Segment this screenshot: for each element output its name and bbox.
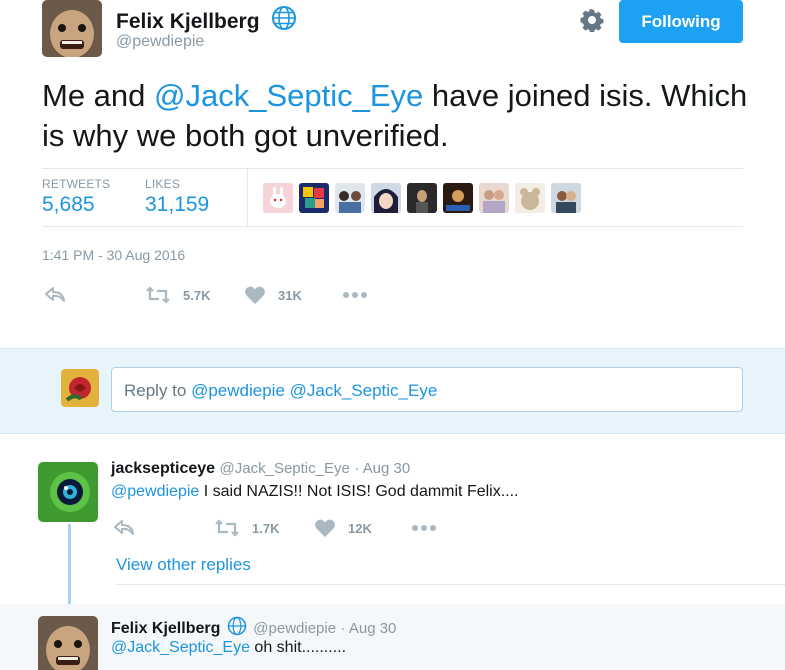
- reply-action[interactable]: [44, 285, 145, 305]
- liker-avatar-dark[interactable]: [407, 183, 437, 213]
- liker-avatar-puzzle[interactable]: [299, 183, 329, 213]
- reply-body: I said NAZIS!! Not ISIS! God dammit Feli…: [199, 483, 519, 500]
- thread-connector: [68, 524, 71, 614]
- following-button[interactable]: Following: [619, 0, 743, 43]
- heart-icon: [244, 285, 266, 305]
- reply-like-action[interactable]: 12K: [314, 518, 411, 538]
- like-count: 31K: [278, 287, 302, 303]
- heart-icon: [314, 518, 336, 538]
- reply2-mention-link[interactable]: @Jack_Septic_Eye: [111, 639, 250, 656]
- reply-like-count: 12K: [348, 520, 372, 536]
- reply-icon: [44, 285, 66, 305]
- reply-input[interactable]: Reply to @pewdiepie @Jack_Septic_Eye: [111, 367, 743, 412]
- retweet-icon: [145, 285, 171, 305]
- likes-value: 31,159: [145, 193, 210, 216]
- globe-icon: [271, 5, 297, 37]
- reply-divider: [116, 584, 785, 585]
- liker-avatar-group[interactable]: [335, 183, 365, 213]
- retweet-action[interactable]: 5.7K: [145, 285, 244, 305]
- reply-time[interactable]: · Aug 30: [354, 460, 410, 477]
- globe-icon: [227, 616, 247, 641]
- reply2-text: @Jack_Septic_Eye oh shit..........: [111, 639, 346, 657]
- reply-icon: [113, 518, 135, 538]
- reply-reply-action[interactable]: [113, 518, 214, 538]
- engagement-stats: RETWEETS 5,685 LIKES 31,159: [42, 168, 743, 227]
- reply2-time[interactable]: · Aug 30: [341, 620, 397, 637]
- reply-more-action[interactable]: [411, 523, 437, 533]
- reply2-author-handle[interactable]: @pewdiepie: [253, 620, 336, 637]
- reply-author-avatar[interactable]: [38, 462, 98, 522]
- more-dots-icon: [411, 523, 437, 533]
- reply-retweet-action[interactable]: 1.7K: [214, 518, 314, 538]
- reply2-header: Felix Kjellberg @pewdiepie · Aug 30: [111, 616, 396, 641]
- tweet-mention-link[interactable]: @Jack_Septic_Eye: [154, 78, 423, 113]
- retweets-label: RETWEETS: [42, 177, 111, 191]
- liker-avatar-anime[interactable]: [371, 183, 401, 213]
- retweets-value: 5,685: [42, 193, 95, 216]
- liker-avatar-person[interactable]: [551, 183, 581, 213]
- author-handle[interactable]: @pewdiepie: [116, 33, 204, 51]
- reply-actions: 1.7K 12K: [113, 518, 437, 538]
- reply2-author-avatar[interactable]: [38, 616, 98, 670]
- current-user-avatar[interactable]: [61, 369, 99, 407]
- like-action[interactable]: 31K: [244, 285, 342, 305]
- reply-mentions: @pewdiepie @Jack_Septic_Eye: [191, 381, 438, 400]
- stats-divider: [247, 169, 248, 227]
- retweet-icon: [214, 518, 240, 538]
- retweets-stat[interactable]: RETWEETS 5,685: [42, 177, 110, 217]
- more-dots-icon: [342, 290, 368, 300]
- tweet-text-start: Me and: [42, 78, 155, 113]
- reply-author-handle[interactable]: @Jack_Septic_Eye: [220, 460, 350, 477]
- retweet-count: 5.7K: [183, 287, 211, 303]
- tweet-actions: 5.7K 31K: [44, 285, 368, 305]
- more-action[interactable]: [342, 290, 368, 300]
- reply2-body: oh shit..........: [249, 639, 347, 656]
- author-name-text[interactable]: Felix Kjellberg: [116, 10, 260, 33]
- reply-text: @pewdiepie I said NAZIS!! Not ISIS! God …: [111, 483, 519, 501]
- liker-avatars: [263, 183, 581, 213]
- author-avatar[interactable]: [42, 0, 102, 57]
- liker-avatar-bunny[interactable]: [263, 183, 293, 213]
- reply-header: jacksepticeye @Jack_Septic_Eye · Aug 30: [111, 460, 410, 478]
- view-other-replies-link[interactable]: View other replies: [116, 555, 251, 575]
- gear-icon[interactable]: [580, 8, 604, 33]
- liker-avatar-couple[interactable]: [479, 183, 509, 213]
- likes-label: LIKES: [145, 177, 181, 191]
- likes-stat[interactable]: LIKES 31,159: [145, 177, 209, 217]
- tweet-text: Me and @Jack_Septic_Eye have joined isis…: [42, 76, 762, 156]
- reply-author-name[interactable]: jacksepticeye: [111, 460, 215, 477]
- reply-retweet-count: 1.7K: [252, 520, 280, 536]
- reply2-author-name[interactable]: Felix Kjellberg: [111, 620, 220, 637]
- liker-avatar-plush[interactable]: [515, 183, 545, 213]
- reply-mention-link[interactable]: @pewdiepie: [111, 483, 199, 500]
- reply-prefix: Reply to: [124, 381, 192, 400]
- liker-avatar-game[interactable]: [443, 183, 473, 213]
- tweet-timestamp[interactable]: 1:41 PM - 30 Aug 2016: [42, 247, 185, 263]
